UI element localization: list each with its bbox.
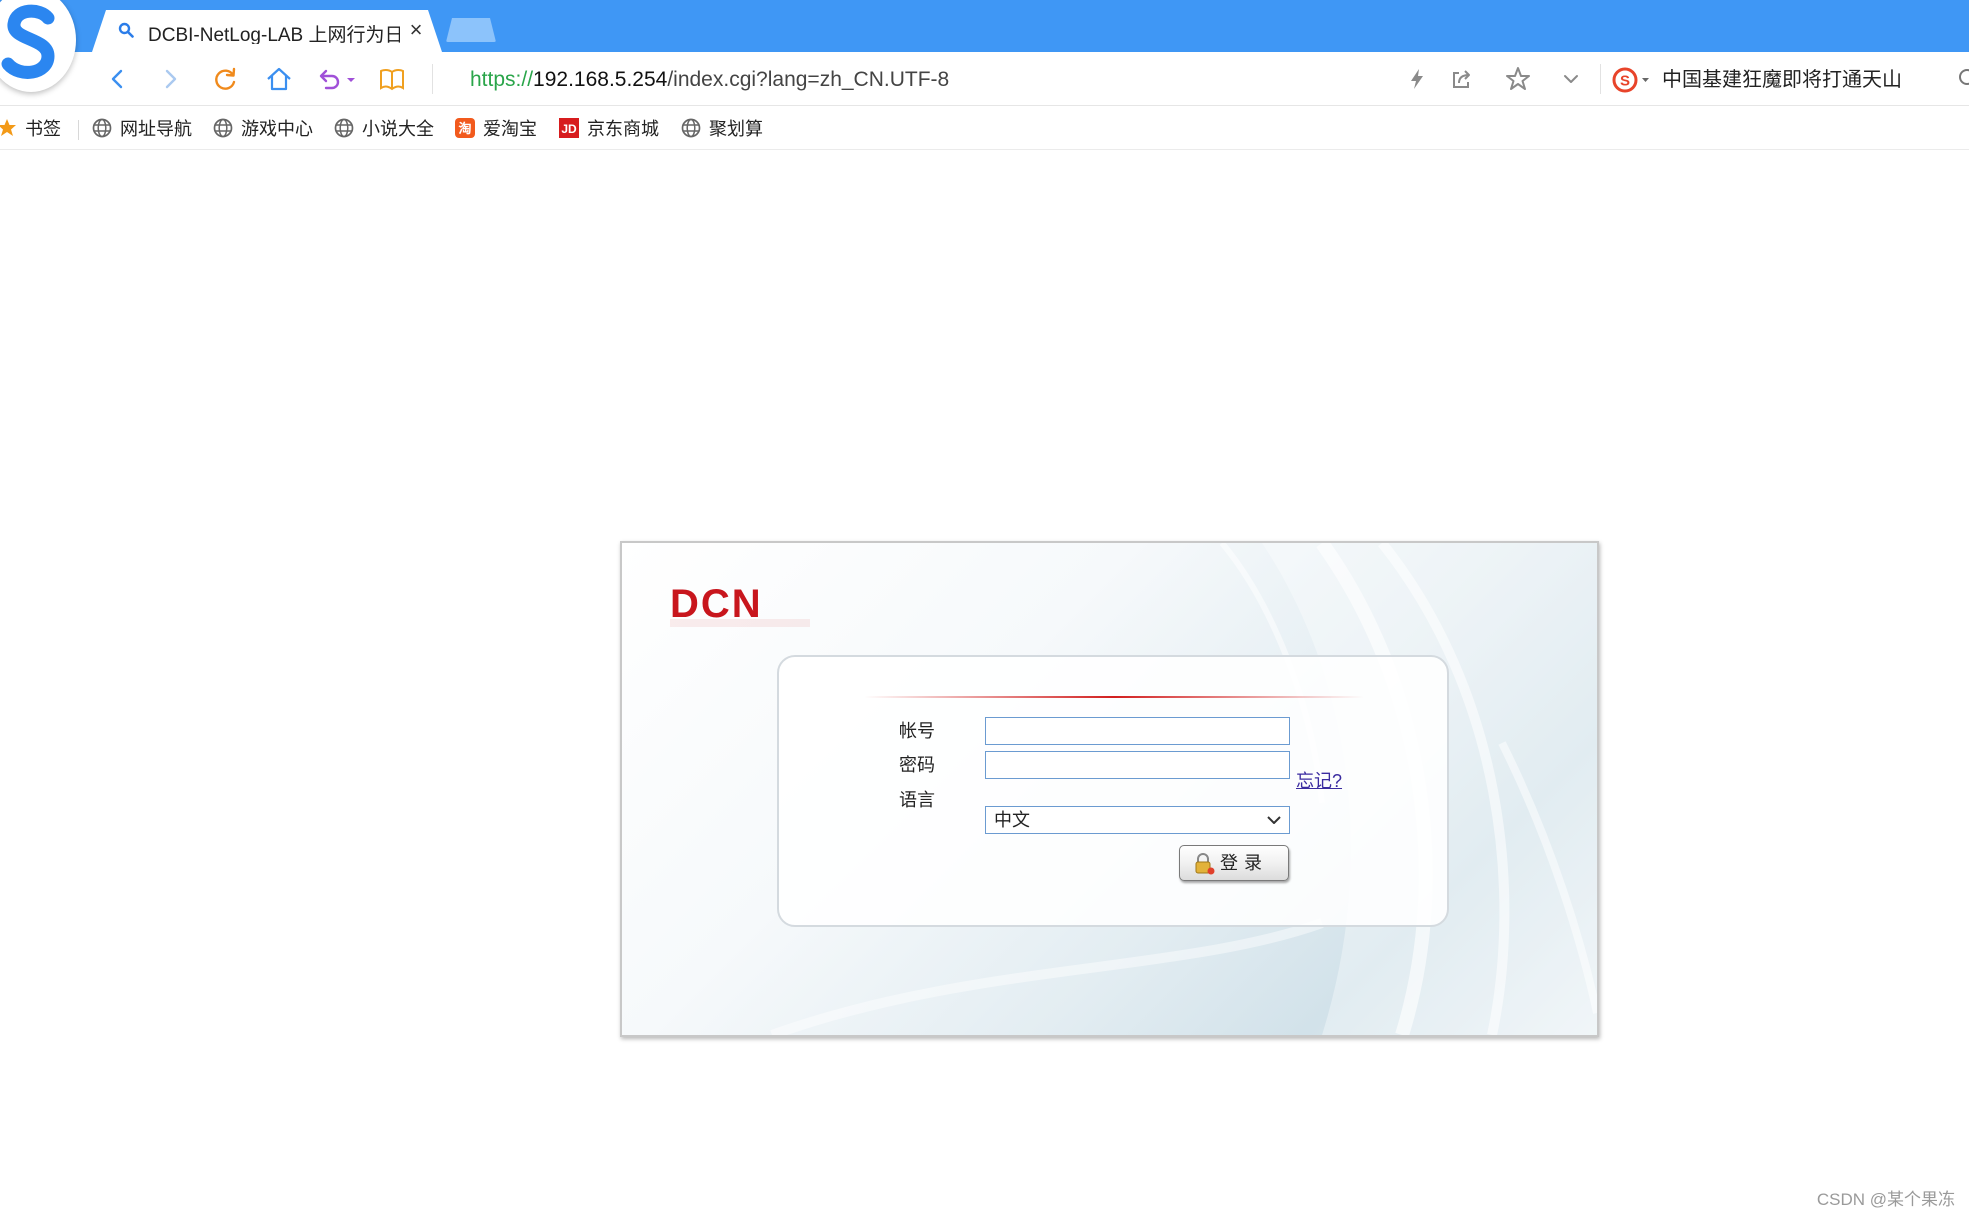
home-icon xyxy=(267,67,291,91)
tab-active[interactable]: DCBI-NetLog-LAB 上网行为日 × xyxy=(92,10,442,52)
bookmark-label: 小说大全 xyxy=(362,119,434,139)
bookmark-label: 游戏中心 xyxy=(241,119,313,139)
bookmark-wangzhi-daohang[interactable]: 网址导航 xyxy=(91,114,192,142)
undo-dropdown-button[interactable] xyxy=(344,64,358,94)
language-select[interactable]: 中文 xyxy=(985,806,1290,834)
tab-bar: DCBI-NetLog-LAB 上网行为日 × xyxy=(0,0,1969,92)
login-button-label: 登录 xyxy=(1220,853,1268,873)
red-divider xyxy=(864,696,1364,698)
forward-arrow-icon xyxy=(165,69,177,89)
account-input[interactable] xyxy=(985,717,1290,745)
undo-close-button[interactable] xyxy=(314,64,344,94)
lightning-icon xyxy=(1411,69,1423,89)
refresh-icon xyxy=(215,67,236,90)
speed-mode-button[interactable] xyxy=(1402,64,1432,94)
svg-text:JD: JD xyxy=(561,122,577,136)
chevron-down-icon xyxy=(1564,75,1578,83)
account-label: 帐号 xyxy=(899,721,935,741)
globe-icon xyxy=(213,118,233,138)
taobao-icon: 淘 xyxy=(455,118,475,138)
login-form: 帐号 密码 忘记? 语言 中文 登录 xyxy=(777,655,1449,927)
bookmarks-divider xyxy=(78,120,79,140)
login-button[interactable]: 登录 xyxy=(1179,845,1289,881)
globe-icon xyxy=(334,118,354,138)
svg-text:S: S xyxy=(1620,73,1630,90)
svg-text:淘: 淘 xyxy=(458,121,471,137)
forgot-password-link[interactable]: 忘记? xyxy=(1296,769,1342,793)
lock-icon xyxy=(1195,853,1215,875)
password-input[interactable] xyxy=(985,751,1290,779)
url-host: 192.168.5.254 xyxy=(533,68,668,91)
bookmark-juhuasuan[interactable]: 聚划算 xyxy=(680,114,763,142)
toolbar-divider xyxy=(1600,64,1601,94)
chevron-down-icon xyxy=(1267,816,1281,824)
new-tab-button[interactable] xyxy=(446,18,496,42)
search-icon xyxy=(118,22,134,38)
language-label: 语言 xyxy=(899,790,935,810)
star-outline-icon xyxy=(1506,67,1530,90)
address-dropdown-button[interactable] xyxy=(1556,64,1586,94)
star-icon xyxy=(0,119,16,136)
search-engine-selector[interactable]: S xyxy=(1612,66,1652,94)
bookmark-label: 网址导航 xyxy=(120,119,192,139)
caret-down-icon xyxy=(347,78,355,82)
back-button[interactable] xyxy=(103,64,133,94)
login-panel: DCN 帐号 密码 忘记? 语言 中文 登录 xyxy=(620,541,1599,1037)
search-icon xyxy=(1959,69,1969,85)
globe-icon xyxy=(681,118,701,138)
undo-icon xyxy=(319,69,340,90)
share-button[interactable] xyxy=(1446,64,1476,94)
bookmark-youxi-zhongxin[interactable]: 游戏中心 xyxy=(212,114,313,142)
bookmark-label: 聚划算 xyxy=(709,119,763,139)
bookmark-shuqian[interactable]: 书签 xyxy=(0,114,61,142)
forward-button[interactable] xyxy=(155,64,185,94)
globe-icon xyxy=(92,118,112,138)
bookmark-label: 书签 xyxy=(25,119,61,139)
bookmark-label: 爱淘宝 xyxy=(483,119,537,139)
home-button[interactable] xyxy=(264,64,294,94)
browser-logo-icon[interactable] xyxy=(0,0,76,92)
book-icon xyxy=(380,69,404,91)
jd-icon: JD xyxy=(559,118,579,138)
tab-close-button[interactable]: × xyxy=(404,18,428,42)
password-label: 密码 xyxy=(899,755,935,775)
bookmarks-bar: 书签 网址导航 游戏中心 小说大全 淘 爱淘宝 JD 京东商城 聚划算 xyxy=(0,106,1969,150)
address-bar[interactable]: https://192.168.5.254/index.cgi?lang=zh_… xyxy=(470,65,1370,95)
bookmark-ai-taobao[interactable]: 淘 爱淘宝 xyxy=(454,114,537,142)
refresh-button[interactable] xyxy=(210,64,240,94)
tab-title: DCBI-NetLog-LAB 上网行为日 xyxy=(148,25,400,44)
back-arrow-icon xyxy=(111,69,123,89)
url-path: /index.cgi?lang=zh_CN.UTF-8 xyxy=(667,68,950,91)
share-icon xyxy=(1453,70,1470,88)
dcn-logo: DCN xyxy=(670,582,810,627)
navigation-toolbar: https://192.168.5.254/index.cgi?lang=zh_… xyxy=(0,52,1969,106)
bookmark-jingdong[interactable]: JD 京东商城 xyxy=(558,114,659,142)
bookmark-label: 京东商城 xyxy=(587,119,659,139)
language-selected-value: 中文 xyxy=(994,810,1030,830)
favorite-button[interactable] xyxy=(1503,64,1533,94)
url-scheme: https:// xyxy=(470,68,534,91)
sogou-icon: S xyxy=(1612,67,1649,93)
search-suggestion-text[interactable]: 中国基建狂魔即将打通天山 xyxy=(1662,65,1932,95)
csdn-watermark: CSDN @某个果冻 xyxy=(1816,1190,1955,1209)
toolbar-divider xyxy=(432,64,433,94)
bookmark-xiaoshuo-daquan[interactable]: 小说大全 xyxy=(333,114,434,142)
reader-mode-button[interactable] xyxy=(377,64,407,94)
search-button[interactable] xyxy=(1955,66,1969,92)
